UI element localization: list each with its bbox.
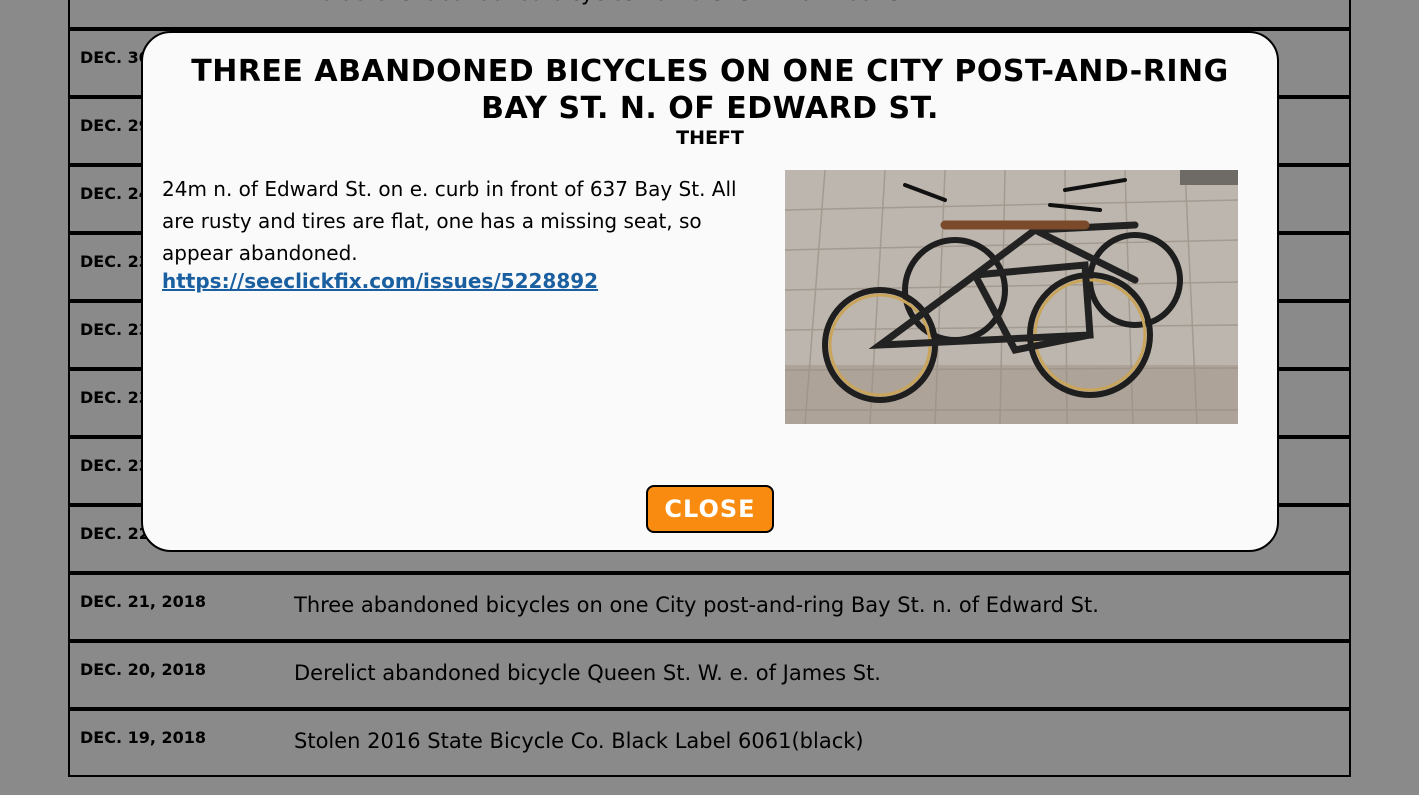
seeclickfix-link[interactable]: https://seeclickfix.com/issues/5228892 (162, 269, 598, 293)
list-item-date: DEC. 19, 2018 (80, 728, 207, 747)
bicycles-photo (785, 170, 1238, 424)
list-item[interactable]: DEC. 21, 2018 Three abandoned bicycles on… (68, 573, 1351, 641)
list-item-date: DEC. 20, 2018 (80, 660, 207, 679)
list-item[interactable]: DEC. 20, 2018 Derelict abandoned bicycle … (68, 641, 1351, 709)
list-item-title[interactable]: Derelict abandoned bicycle Queen St. W. … (294, 661, 881, 685)
modal-description: 24m n. of Edward St. on e. curb in front… (162, 177, 737, 265)
modal-category: THEFT (676, 127, 744, 149)
bicycles-photo-drawing (785, 170, 1238, 424)
list-item-title[interactable]: Two derelict abandoned bicycles Bathurst… (294, 0, 948, 5)
list-item-title[interactable]: Stolen 2016 State Bicycle Co. Black Labe… (294, 729, 864, 753)
list-item[interactable]: DEC. 31, 2018Two derelict abandoned bicy… (68, 0, 1351, 29)
close-button[interactable]: CLOSE (646, 485, 774, 533)
modal-title: THREE ABANDONED BICYCLES ON ONE CITY POS… (191, 54, 1229, 126)
list-item[interactable]: DEC. 19, 2018 Stolen 2016 State Bicycle C… (68, 709, 1351, 777)
list-item-title[interactable]: Three abandoned bicycles on one City pos… (294, 593, 1099, 617)
list-item-date: DEC. 21, 2018 (80, 592, 207, 611)
report-modal: THREE ABANDONED BICYCLES ON ONE CITY POS… (141, 31, 1279, 552)
